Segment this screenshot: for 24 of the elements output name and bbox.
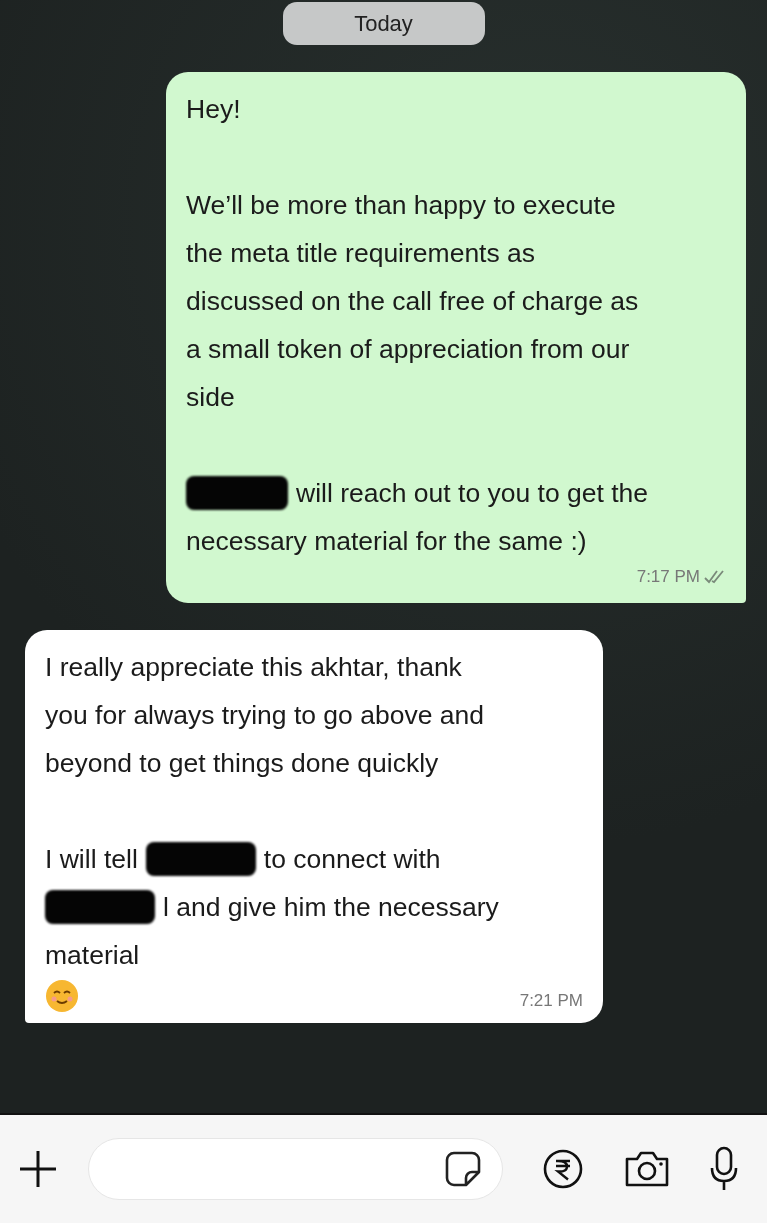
camera-icon[interactable] bbox=[623, 1149, 671, 1189]
double-check-icon bbox=[704, 570, 726, 584]
message-text: side bbox=[186, 381, 235, 414]
message-text: discussed on the call free of charge as bbox=[186, 285, 639, 318]
sticker-icon[interactable] bbox=[444, 1150, 482, 1188]
message-text: a small token of appreciation from our bbox=[186, 333, 630, 366]
message-time: 7:17 PM bbox=[636, 566, 700, 588]
message-text: material bbox=[45, 939, 140, 972]
message-text: the meta title requirements as bbox=[186, 237, 536, 270]
message-time: 7:21 PM bbox=[519, 990, 583, 1012]
message-text: l and give him the necessary bbox=[163, 891, 499, 924]
message-text: will reach out to you to get the bbox=[296, 477, 649, 510]
message-text: to connect with bbox=[263, 843, 441, 876]
message-text: I will tell bbox=[45, 843, 138, 876]
message-text: necessary material for the same :) bbox=[186, 525, 587, 558]
message-text: Hey! bbox=[186, 93, 241, 126]
message-text: We’ll be more than happy to execute bbox=[186, 189, 616, 222]
add-button[interactable] bbox=[18, 1149, 58, 1189]
message-text: beyond to get things done quickly bbox=[45, 747, 439, 780]
microphone-icon[interactable] bbox=[709, 1146, 739, 1192]
message-text: I really appreciate this akhtar, thank bbox=[45, 651, 462, 684]
message-text: you for always trying to go above and bbox=[45, 699, 484, 732]
date-divider: Today bbox=[282, 2, 485, 45]
rupee-payment-icon[interactable] bbox=[543, 1149, 583, 1189]
